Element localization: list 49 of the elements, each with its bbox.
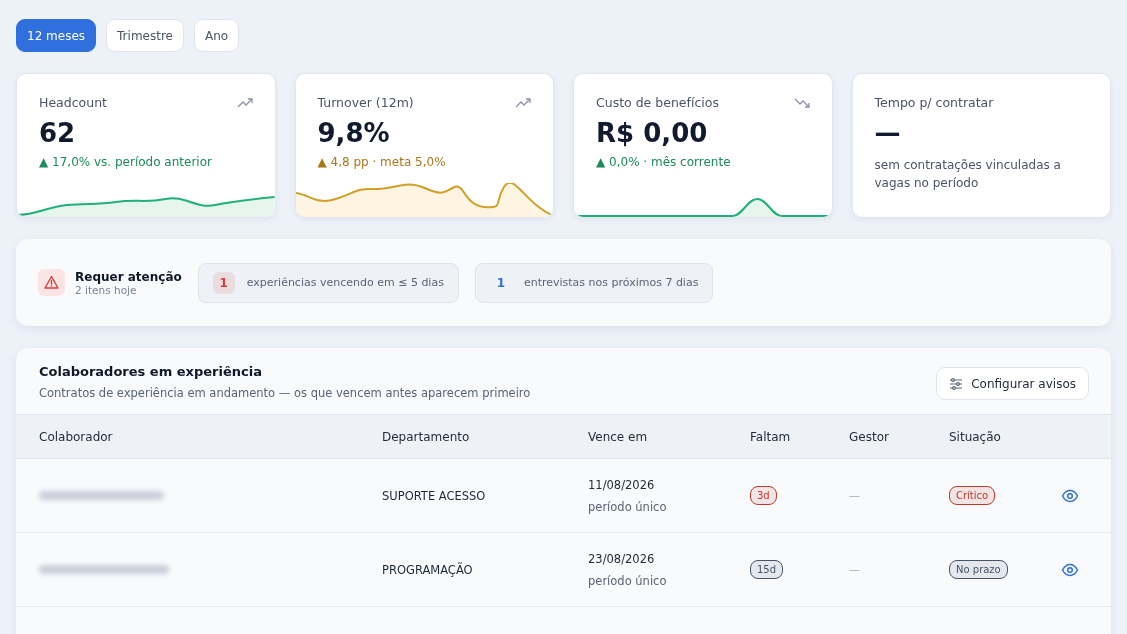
trend-down-icon xyxy=(793,96,810,109)
status-badge: Crítico xyxy=(949,486,996,505)
manager-cell-text: — xyxy=(849,563,861,576)
kpi-title: Tempo p/ contratar xyxy=(874,95,994,110)
kpi-value: 9,8% xyxy=(317,118,391,148)
remaining-badge: 15d xyxy=(750,560,784,579)
kpi-note: sem contratações vinculadas a vagas no período xyxy=(874,157,1062,192)
period-label: período único xyxy=(588,573,668,588)
kpi-title: Custo de benefícios xyxy=(596,95,719,110)
kpi-value: R$ 0,00 xyxy=(596,118,709,148)
department-cell-text: PROGRAMAÇÃO xyxy=(382,562,474,577)
trend-up-icon xyxy=(236,96,253,109)
due-date: 23/08/2026 xyxy=(588,551,656,566)
kpi-value: 62 xyxy=(39,118,77,148)
sliders-icon xyxy=(949,377,964,390)
kpi-title: Turnover (12m) xyxy=(317,95,414,110)
kpi-value: — xyxy=(874,118,902,148)
column-header: Gestor xyxy=(849,429,890,444)
column-header: Departamento xyxy=(382,429,471,444)
period-tab[interactable]: Ano xyxy=(193,19,240,52)
alert-chip[interactable]: 1 entrevistas nos próximos 7 dias xyxy=(474,262,714,303)
due-date: 11/08/2026 xyxy=(588,477,656,492)
alert-label: entrevistas nos próximos 7 dias xyxy=(523,276,699,289)
period-label: período único xyxy=(588,499,668,514)
configure-button[interactable]: Configurar avisos xyxy=(936,367,1089,400)
alert-label: experiências vencendo em ≤ 5 dias xyxy=(246,276,444,289)
table-subtitle: Contratos de experiência em andamento — os que vencem antes aparecem primeiro xyxy=(39,386,531,400)
column-header: Situação xyxy=(949,429,1002,444)
alert-count: 1 xyxy=(495,274,507,292)
alert-count: 1 xyxy=(212,271,235,294)
kpi-title: Headcount xyxy=(39,95,107,110)
status-badge: No prazo xyxy=(949,560,1008,579)
table-title: Colaboradores em experiência xyxy=(39,364,263,379)
alert-chip[interactable]: 1 experiências vencendo em ≤ 5 dias xyxy=(197,262,459,303)
column-header: Vence em xyxy=(588,429,649,444)
column-header: Faltam xyxy=(750,429,792,444)
column-header: Colaborador xyxy=(39,429,114,444)
kpi-delta: ▲ 0,0% · mês corrente xyxy=(596,155,732,169)
warning-icon xyxy=(38,269,65,296)
attention-subtitle: 2 itens hoje xyxy=(75,283,137,296)
department-cell-text: SUPORTE ACESSO xyxy=(382,488,487,503)
kpi-delta: ▲ 17,0% vs. período anterior xyxy=(39,155,213,169)
period-tab[interactable]: 12 meses xyxy=(16,19,97,52)
trend-up-icon xyxy=(515,96,531,109)
kpi-delta: ▲ 4,8 pp · meta 5,0% xyxy=(317,155,447,169)
manager-cell-text: — xyxy=(849,489,861,502)
attention-title: Requer atenção xyxy=(75,269,182,284)
remaining-badge: 3d xyxy=(750,486,777,505)
period-tab[interactable]: Trimestre xyxy=(106,19,184,52)
